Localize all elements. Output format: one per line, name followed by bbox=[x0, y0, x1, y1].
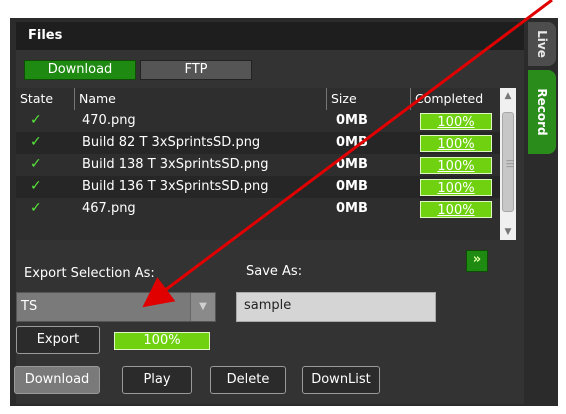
check-icon: ✓ bbox=[30, 112, 42, 128]
table-row[interactable]: ✓ Build 82 T 3xSprintsSD.png 0MB 100% bbox=[16, 132, 500, 154]
file-name: 470.png bbox=[82, 113, 136, 128]
completed-progress: 100% bbox=[420, 113, 492, 130]
delete-button[interactable]: Delete bbox=[210, 366, 286, 394]
completed-progress: 100% bbox=[420, 201, 492, 218]
file-size: 0MB bbox=[336, 201, 368, 216]
ftp-tab-button[interactable]: FTP bbox=[140, 60, 252, 80]
download-button[interactable]: Download bbox=[14, 366, 100, 394]
file-name: Build 138 T 3xSprintsSD.png bbox=[82, 157, 269, 172]
export-progress: 100% bbox=[114, 332, 210, 350]
file-size: 0MB bbox=[336, 135, 368, 150]
check-icon: ✓ bbox=[30, 156, 42, 172]
completed-progress: 100% bbox=[420, 135, 492, 152]
check-icon: ✓ bbox=[30, 178, 42, 194]
check-icon: ✓ bbox=[30, 200, 42, 216]
column-header-completed[interactable]: Completed bbox=[410, 88, 500, 110]
play-button[interactable]: Play bbox=[122, 366, 192, 394]
scroll-down-icon[interactable]: ▼ bbox=[500, 224, 516, 240]
column-header-state[interactable]: State bbox=[16, 88, 74, 110]
check-icon: ✓ bbox=[30, 134, 42, 150]
export-button[interactable]: Export bbox=[16, 326, 100, 354]
file-name: Build 82 T 3xSprintsSD.png bbox=[82, 135, 261, 150]
tab-record[interactable]: Record bbox=[528, 70, 556, 154]
export-selection-label: Export Selection As: bbox=[24, 266, 155, 281]
file-name: Build 136 T 3xSprintsSD.png bbox=[82, 179, 269, 194]
table-header: State Name Size Completed bbox=[16, 88, 500, 110]
tab-record-label: Record bbox=[535, 88, 549, 136]
triangle-down-icon[interactable]: ▼ bbox=[190, 293, 215, 321]
scrollbar-thumb[interactable]: — — — bbox=[502, 112, 514, 212]
column-header-size[interactable]: Size bbox=[326, 88, 410, 110]
completed-progress: 100% bbox=[420, 157, 492, 174]
completed-progress: 100% bbox=[420, 179, 492, 196]
export-format-select[interactable]: TS ▼ bbox=[16, 292, 216, 322]
grip-icon: — — — bbox=[506, 156, 514, 171]
save-as-input[interactable]: sample bbox=[236, 292, 436, 322]
files-table: State Name Size Completed ✓ 470.png 0MB … bbox=[16, 88, 516, 240]
file-size: 0MB bbox=[336, 179, 368, 194]
file-name: 467.png bbox=[82, 201, 136, 216]
tab-live[interactable]: Live bbox=[528, 22, 556, 66]
table-row[interactable]: ✓ 467.png 0MB 100% bbox=[16, 198, 500, 220]
tab-live-label: Live bbox=[535, 30, 549, 58]
file-size: 0MB bbox=[336, 113, 368, 128]
double-chevron-down-icon[interactable]: » bbox=[466, 250, 488, 272]
column-header-name[interactable]: Name bbox=[74, 88, 326, 110]
download-tab-button[interactable]: Download bbox=[24, 60, 136, 80]
export-format-value: TS bbox=[21, 299, 38, 314]
table-row[interactable]: ✓ Build 138 T 3xSprintsSD.png 0MB 100% bbox=[16, 154, 500, 176]
table-scrollbar[interactable]: ▲ — — — ▼ bbox=[500, 88, 516, 240]
file-size: 0MB bbox=[336, 157, 368, 172]
downlist-button[interactable]: DownList bbox=[302, 366, 380, 394]
save-as-label: Save As: bbox=[246, 264, 303, 279]
scroll-up-icon[interactable]: ▲ bbox=[500, 88, 516, 104]
table-row[interactable]: ✓ 470.png 0MB 100% bbox=[16, 110, 500, 132]
panel-title: Files bbox=[16, 22, 524, 50]
table-row[interactable]: ✓ Build 136 T 3xSprintsSD.png 0MB 100% bbox=[16, 176, 500, 198]
